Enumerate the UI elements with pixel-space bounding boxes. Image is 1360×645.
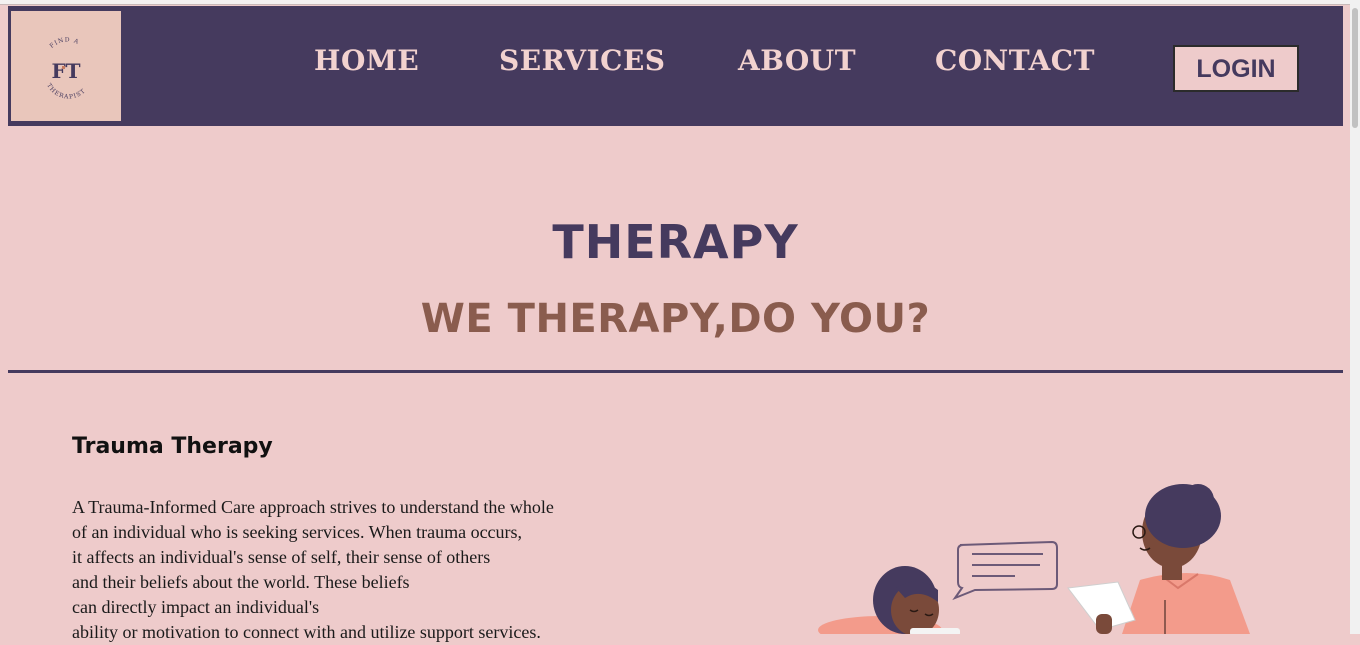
hero-title: THERAPY	[552, 215, 799, 269]
navbar: FIND A FT THERAPIST HOME SERVICES ABOUT …	[8, 6, 1343, 126]
svg-text:FIND A: FIND A	[48, 37, 80, 50]
scrollbar-thumb[interactable]	[1352, 8, 1358, 128]
page-scrollbar[interactable]	[1350, 0, 1360, 634]
therapy-session-illustration	[818, 484, 1250, 634]
nav-contact[interactable]: CONTACT	[935, 44, 1095, 78]
body-line: can directly impact an individual's	[72, 597, 320, 617]
nav-services[interactable]: SERVICES	[499, 44, 666, 78]
hero-subtitle: WE THERAPY,DO YOU?	[420, 296, 931, 342]
body-line: ability or motivation to connect with an…	[72, 622, 541, 642]
logo-top-text: FIND A	[48, 37, 79, 50]
body-line: A Trauma-Informed Care approach strives …	[72, 497, 554, 517]
logo[interactable]: FIND A FT THERAPIST	[11, 11, 121, 121]
logo-monogram: FT	[51, 59, 80, 83]
nav-home[interactable]: HOME	[314, 44, 419, 78]
speech-bubble-icon	[952, 540, 1058, 601]
nav-about[interactable]: ABOUT	[738, 44, 856, 78]
section-divider	[8, 370, 1343, 373]
logo-icon: FIND A FT THERAPIST	[45, 37, 87, 101]
therapist-hand	[1096, 614, 1112, 634]
therapist-smile	[1139, 547, 1151, 551]
client-collar	[910, 628, 960, 634]
svg-text:THERAPIST: THERAPIST	[45, 82, 87, 100]
body-line: and their beliefs about the world. These…	[72, 572, 410, 592]
body-line: of an individual who is seeking services…	[72, 522, 523, 542]
section-body: A Trauma-Informed Care approach strives …	[72, 495, 592, 645]
browser-top-strip	[0, 0, 1360, 5]
logo-dot	[62, 66, 65, 69]
body-line: it affects an individual's sense of self…	[72, 547, 491, 567]
therapist-hair-bun	[1182, 484, 1214, 516]
therapist-neck	[1162, 558, 1182, 580]
login-button[interactable]: LOGIN	[1173, 45, 1299, 92]
logo-bottom-text: THERAPIST	[45, 82, 86, 100]
section-title: Trauma Therapy	[72, 434, 273, 459]
